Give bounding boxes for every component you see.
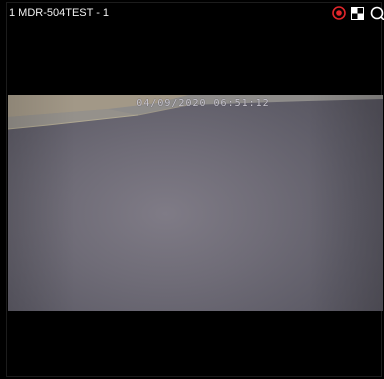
search-icon[interactable]	[369, 6, 384, 21]
viewer-controls	[331, 4, 384, 22]
channel-title: 1 MDR-504TEST - 1	[9, 7, 110, 19]
layout-grid-icon[interactable]	[350, 6, 365, 21]
camera-viewer: 1 MDR-504TEST - 1 04/09/2020 06:51:12	[0, 0, 384, 379]
video-vignette	[8, 95, 383, 311]
record-icon[interactable]	[331, 6, 346, 21]
video-timestamp: 04/09/2020 06:51:12	[136, 98, 270, 109]
video-feed[interactable]: 04/09/2020 06:51:12	[8, 95, 383, 311]
